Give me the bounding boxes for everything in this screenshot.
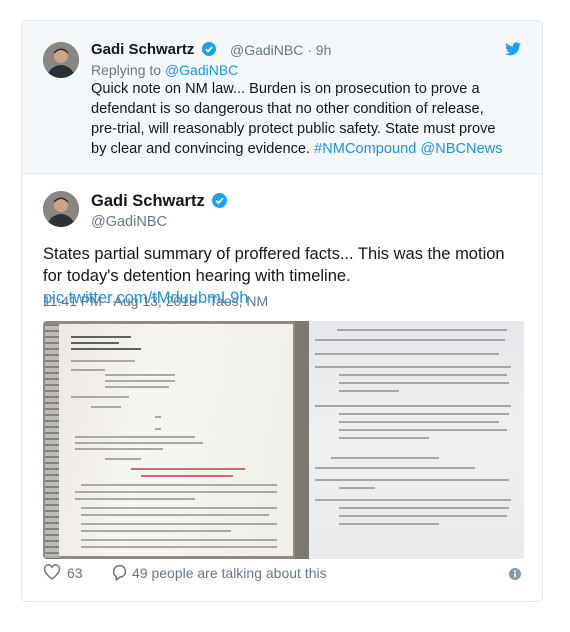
tweet-timestamp[interactable]: 11:41 PM - Aug 13, 2018 · Taos, NM <box>43 293 268 309</box>
document-photo-left <box>45 324 293 559</box>
mention-link[interactable]: @NBCNews <box>420 141 502 157</box>
separator-dot: · <box>307 42 312 58</box>
replying-to-link[interactable]: @GadiNBC <box>165 62 238 78</box>
document-photo-right <box>309 321 524 559</box>
reply-tweet[interactable]: Gadi Schwartz @GadiNBC · 9h Replying to … <box>22 21 542 174</box>
tweet-footer: 63 49 people are talking about this <box>43 563 523 583</box>
author-name[interactable]: Gadi Schwartz <box>91 41 216 60</box>
twitter-bird-icon[interactable] <box>505 42 521 61</box>
author-name[interactable]: Gadi Schwartz <box>91 192 228 213</box>
photo-divider <box>295 321 309 559</box>
heart-icon[interactable] <box>43 564 61 585</box>
tweet-time[interactable]: 9h <box>316 42 332 58</box>
talking-count[interactable]: 49 people are talking about this <box>132 565 327 581</box>
replying-to: Replying to @GadiNBC <box>91 62 239 78</box>
binder-spiral <box>45 324 59 559</box>
verified-badge-icon <box>201 42 216 60</box>
author-handle[interactable]: @GadiNBC · 9h <box>230 42 331 58</box>
tweet-embed-card: Gadi Schwartz @GadiNBC · 9h Replying to … <box>21 20 543 602</box>
hashtag-link[interactable]: #NMCompound <box>314 141 416 157</box>
avatar[interactable] <box>43 191 79 227</box>
info-icon[interactable] <box>509 567 521 585</box>
avatar[interactable] <box>43 42 79 78</box>
like-count[interactable]: 63 <box>67 565 83 581</box>
speech-bubble-icon[interactable] <box>111 564 129 586</box>
verified-badge-icon <box>212 193 228 213</box>
author-handle[interactable]: @GadiNBC <box>91 214 167 230</box>
tweet-photo[interactable] <box>43 321 524 559</box>
tweet-text: Quick note on NM law... Burden is on pro… <box>91 81 503 157</box>
